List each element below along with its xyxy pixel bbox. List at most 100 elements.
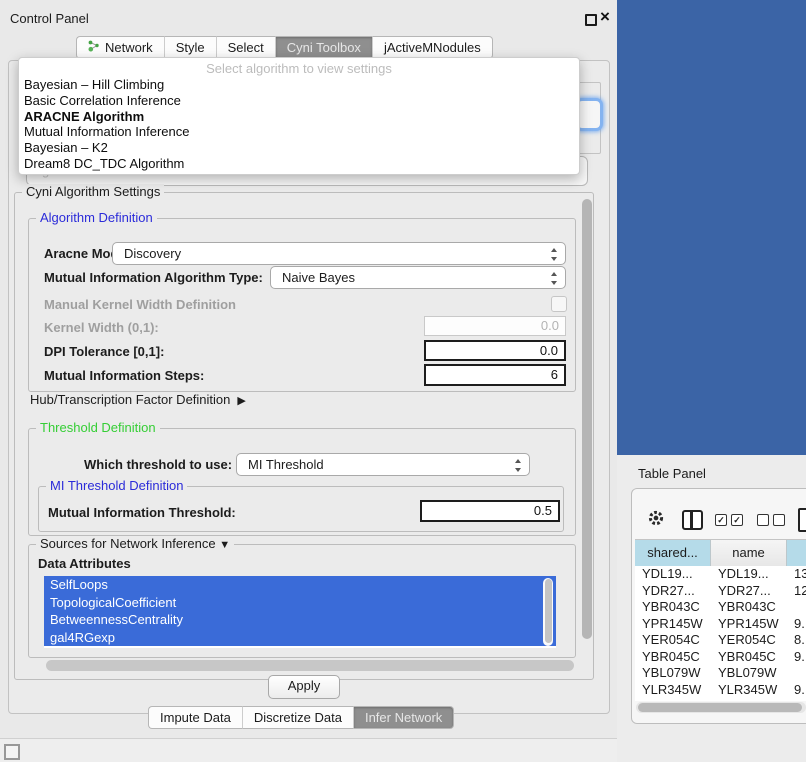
control-panel-title: Control Panel bbox=[10, 11, 89, 26]
tab[interactable]: Impute Data bbox=[148, 706, 242, 729]
algorithm-option[interactable]: Mutual Information Inference bbox=[19, 124, 579, 140]
screen: Control Panel × Network Style Select bbox=[0, 0, 806, 762]
select-all-checked-icon[interactable]: ✓ ✓ bbox=[715, 514, 743, 526]
cell-shared-name: YPR145W bbox=[635, 616, 711, 633]
tab-label: Discretize Data bbox=[254, 710, 342, 725]
network-icon bbox=[88, 40, 100, 55]
cell-name: YLR345W bbox=[711, 682, 787, 699]
data-attributes-label: Data Attributes bbox=[38, 556, 131, 571]
tab[interactable]: jActiveMNodules bbox=[372, 36, 493, 59]
table-row[interactable]: YDL19... YDL19... 13 bbox=[635, 566, 806, 583]
mi-threshold-label: Mutual Information Threshold: bbox=[48, 505, 236, 520]
kernel-width-field[interactable]: 0.0 bbox=[424, 316, 566, 336]
algorithm-definition-title: Algorithm Definition bbox=[36, 210, 157, 225]
document-icon[interactable] bbox=[798, 508, 806, 532]
table-row[interactable]: YBR043C YBR043C bbox=[635, 599, 806, 616]
cell-shared-name: YBR045C bbox=[635, 649, 711, 666]
cell-value: 12 bbox=[787, 583, 806, 600]
attributes-scrollbar[interactable] bbox=[543, 578, 553, 646]
tab[interactable]: Discretize Data bbox=[242, 706, 353, 729]
tab-label: Network bbox=[105, 40, 153, 55]
cell-name: YPR145W bbox=[711, 616, 787, 633]
table-row[interactable]: YDR27... YDR27... 12 bbox=[635, 583, 806, 600]
algorithm-option[interactable]: ARACNE Algorithm bbox=[19, 109, 579, 125]
manual-kernel-checkbox[interactable] bbox=[551, 296, 567, 312]
cell-value: 9. bbox=[787, 616, 806, 633]
settings-gear-icon[interactable] bbox=[647, 509, 665, 527]
cell-shared-name: YER054C bbox=[635, 632, 711, 649]
settings-horizontal-scrollbar[interactable] bbox=[46, 660, 574, 671]
collapsed-panel-icon[interactable] bbox=[4, 744, 20, 760]
algorithm-option[interactable]: Bayesian – K2 bbox=[19, 140, 579, 156]
tab-label: Select bbox=[228, 40, 264, 55]
sources-group-title[interactable]: Sources for Network Inference ▼ bbox=[36, 536, 234, 551]
cell-name: YDR27... bbox=[711, 583, 787, 600]
table-row[interactable]: YPR145W YPR145W 9. bbox=[635, 616, 806, 633]
scrollbar-thumb[interactable] bbox=[638, 703, 802, 712]
tab[interactable]: Network bbox=[76, 36, 164, 59]
apply-button[interactable]: Apply bbox=[268, 675, 340, 699]
mi-type-combo[interactable]: Naive Bayes bbox=[270, 266, 566, 289]
data-attribute-item[interactable]: BetweennessCentrality bbox=[44, 611, 556, 629]
settings-scrollbar[interactable] bbox=[581, 196, 593, 654]
tab[interactable]: Style bbox=[164, 36, 216, 59]
data-attribute-item[interactable]: TopologicalCoefficient bbox=[44, 594, 556, 612]
algorithm-option[interactable]: Basic Correlation Inference bbox=[19, 93, 579, 109]
column-header[interactable]: shared... bbox=[635, 540, 711, 566]
mi-threshold-group-title: MI Threshold Definition bbox=[46, 478, 187, 493]
table-horizontal-scrollbar[interactable] bbox=[636, 702, 806, 713]
table-row[interactable]: YER054C YER054C 8. bbox=[635, 632, 806, 649]
bottom-tabbar: Impute Data Discretize Data Infer Networ… bbox=[148, 706, 454, 729]
mi-steps-field[interactable]: 6 bbox=[424, 364, 566, 386]
expand-right-icon[interactable]: ▶ bbox=[237, 395, 245, 407]
column-layout-icon[interactable] bbox=[682, 510, 703, 530]
table-header-row: shared... name bbox=[635, 539, 806, 567]
cell-name: YER054C bbox=[711, 632, 787, 649]
cell-name: YBL079W bbox=[711, 665, 787, 682]
hub-definition-label: Hub/Transcription Factor Definition bbox=[30, 392, 230, 407]
tab-label: Infer Network bbox=[365, 710, 442, 725]
scrollbar-thumb[interactable] bbox=[545, 579, 552, 643]
cell-value: 9. bbox=[787, 682, 806, 699]
which-threshold-combo[interactable]: MI Threshold bbox=[236, 453, 530, 476]
column-header[interactable]: name bbox=[711, 540, 787, 566]
control-panel-window: Control Panel × Network Style Select bbox=[0, 0, 617, 739]
tab[interactable]: Select bbox=[216, 36, 275, 59]
deselect-all-icon[interactable] bbox=[757, 514, 785, 526]
aracne-mode-combo[interactable]: Discovery bbox=[112, 242, 566, 265]
tab[interactable]: Cyni Toolbox bbox=[275, 36, 372, 59]
dpi-tolerance-field[interactable]: 0.0 bbox=[424, 340, 566, 361]
checked-box-icon: ✓ bbox=[715, 514, 727, 526]
collapse-down-icon[interactable]: ▼ bbox=[219, 539, 230, 551]
checked-box-icon: ✓ bbox=[731, 514, 743, 526]
mi-type-value: Naive Bayes bbox=[282, 270, 355, 285]
dpi-tolerance-label: DPI Tolerance [0,1]: bbox=[44, 344, 164, 359]
table-row[interactable]: YBR045C YBR045C 9. bbox=[635, 649, 806, 666]
unchecked-box-icon bbox=[773, 514, 785, 526]
data-attribute-item[interactable]: gal4RGexp bbox=[44, 629, 556, 647]
tab-label: Impute Data bbox=[160, 710, 231, 725]
cell-name: YBR045C bbox=[711, 649, 787, 666]
hub-definition-expander[interactable]: Hub/Transcription Factor Definition ▶ bbox=[30, 392, 246, 407]
algorithm-option[interactable]: Bayesian – Hill Climbing bbox=[19, 77, 579, 93]
tab[interactable]: Infer Network bbox=[353, 706, 454, 729]
column-header[interactable] bbox=[787, 540, 806, 566]
algorithm-option[interactable]: Dream8 DC_TDC Algorithm bbox=[19, 156, 579, 172]
mi-threshold-field[interactable]: 0.5 bbox=[420, 500, 560, 522]
cell-value: 9. bbox=[787, 649, 806, 666]
table-row[interactable]: YLR345W YLR345W 9. bbox=[635, 682, 806, 699]
mi-type-label: Mutual Information Algorithm Type: bbox=[44, 270, 263, 285]
data-attribute-item[interactable]: SelfLoops bbox=[44, 576, 556, 594]
sources-title-text: Sources for Network Inference bbox=[40, 536, 216, 551]
combo-stepper-icon bbox=[551, 247, 558, 262]
table-row[interactable]: YBL079W YBL079W bbox=[635, 665, 806, 682]
which-threshold-label: Which threshold to use: bbox=[84, 457, 232, 472]
close-icon[interactable]: × bbox=[600, 7, 610, 27]
table-row[interactable]: YIL052C YIL052C 9 bbox=[635, 698, 806, 701]
scrollbar-thumb[interactable] bbox=[582, 199, 592, 639]
threshold-definition-title: Threshold Definition bbox=[36, 420, 160, 435]
cell-value: 8. bbox=[787, 632, 806, 649]
cell-shared-name: YDR27... bbox=[635, 583, 711, 600]
float-window-icon[interactable] bbox=[585, 14, 597, 26]
desktop-background: GALGAL80GAL10GAL1GAL11SWI4GAL4GCY1HAP4YH… bbox=[617, 0, 806, 455]
